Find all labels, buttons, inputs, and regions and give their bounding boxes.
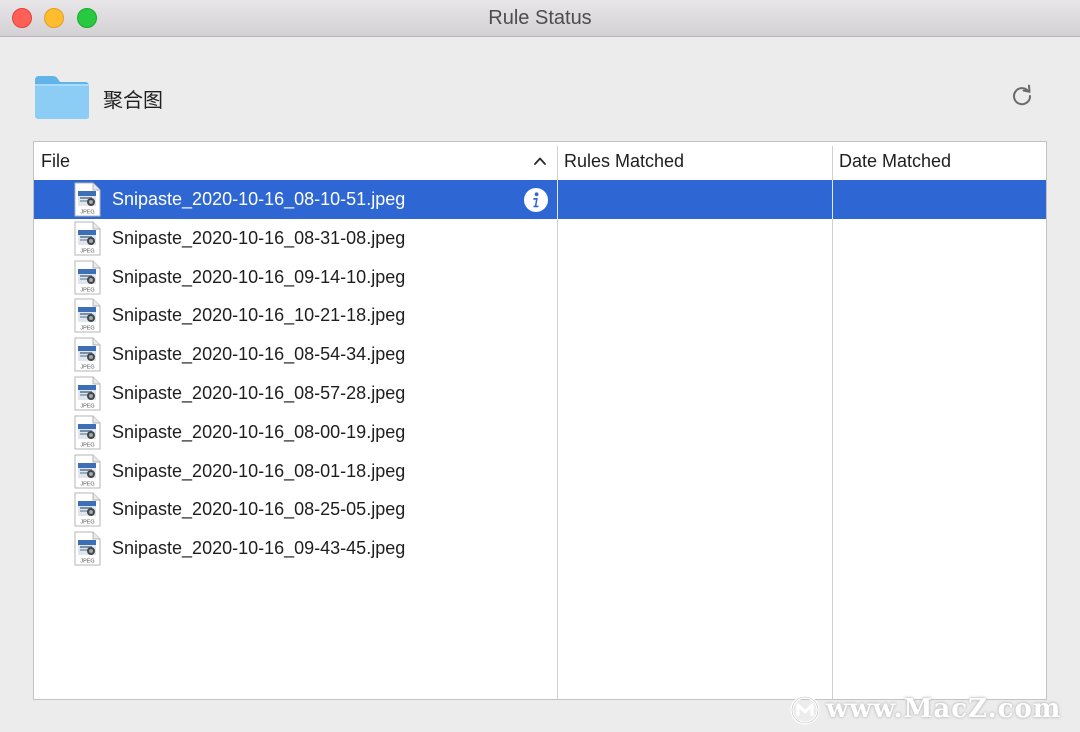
jpeg-file-icon: JPEG <box>74 182 101 217</box>
column-divider <box>832 180 833 219</box>
window-title: Rule Status <box>488 7 592 29</box>
watermark: www.MacZ.com <box>790 694 1061 728</box>
file-name: Snipaste_2020-10-16_09-14-10.jpeg <box>112 266 406 287</box>
macz-logo-icon <box>790 695 820 725</box>
file-name: Snipaste_2020-10-16_08-54-34.jpeg <box>112 344 406 365</box>
file-name: Snipaste_2020-10-16_09-43-45.jpeg <box>112 538 406 559</box>
rule-status-table[interactable]: File Rules Matched Date Matched JPEG Snip… <box>33 141 1047 700</box>
sort-ascending-icon[interactable] <box>532 153 548 169</box>
file-type-badge: JPEG <box>80 248 94 254</box>
file-type-badge: JPEG <box>80 520 94 526</box>
info-icon[interactable] <box>523 187 549 213</box>
table-row[interactable]: JPEG Snipaste_2020-10-16_08-57-28.jpeg <box>34 374 1046 413</box>
file-type-badge: JPEG <box>80 287 94 293</box>
folder-name: 聚合图 <box>103 88 163 112</box>
table-header: File Rules Matched Date Matched <box>34 142 1046 181</box>
file-name: Snipaste_2020-10-16_08-25-05.jpeg <box>112 499 406 520</box>
jpeg-file-icon: JPEG <box>74 221 101 256</box>
jpeg-file-icon: JPEG <box>74 454 101 489</box>
file-type-badge: JPEG <box>80 559 94 565</box>
file-name: Snipaste_2020-10-16_08-57-28.jpeg <box>112 382 406 403</box>
jpeg-file-icon: JPEG <box>74 531 101 566</box>
table-row[interactable]: JPEG Snipaste_2020-10-16_09-14-10.jpeg <box>34 258 1046 297</box>
file-name: Snipaste_2020-10-16_08-01-18.jpeg <box>112 460 406 481</box>
table-row[interactable]: JPEG Snipaste_2020-10-16_08-01-18.jpeg <box>34 452 1046 491</box>
jpeg-file-icon: JPEG <box>74 298 101 333</box>
file-name: Snipaste_2020-10-16_08-31-08.jpeg <box>112 227 406 248</box>
file-name: Snipaste_2020-10-16_08-10-51.jpeg <box>112 189 406 209</box>
file-name: Snipaste_2020-10-16_10-21-18.jpeg <box>112 305 406 326</box>
file-type-badge: JPEG <box>80 481 94 487</box>
watermark-text: www.MacZ.com <box>826 694 1062 724</box>
table-row[interactable]: JPEG Snipaste_2020-10-16_09-43-45.jpeg <box>34 529 1046 568</box>
file-type-badge: JPEG <box>80 442 94 448</box>
jpeg-file-icon: JPEG <box>74 337 101 372</box>
folder-icon <box>35 76 89 119</box>
column-header-date-matched[interactable]: Date Matched <box>832 142 1046 180</box>
rule-status-window: Rule Status 聚合图 File Rules Matched Date … <box>0 0 1080 732</box>
file-type-badge: JPEG <box>80 403 94 409</box>
table-row[interactable]: JPEG Snipaste_2020-10-16_08-00-19.jpeg <box>34 413 1046 452</box>
file-type-badge: JPEG <box>80 326 94 332</box>
jpeg-file-icon: JPEG <box>74 260 101 295</box>
column-header-file[interactable]: File <box>34 142 557 180</box>
jpeg-file-icon: JPEG <box>74 376 101 411</box>
jpeg-file-icon: JPEG <box>74 492 101 527</box>
column-divider <box>557 180 558 219</box>
jpeg-file-icon: JPEG <box>74 415 101 450</box>
table-row[interactable]: JPEG Snipaste_2020-10-16_08-54-34.jpeg <box>34 335 1046 374</box>
table-row[interactable]: JPEG Snipaste_2020-10-16_10-21-18.jpeg <box>34 296 1046 335</box>
column-header-rules-matched[interactable]: Rules Matched <box>557 142 832 180</box>
refresh-icon[interactable] <box>1008 82 1036 110</box>
file-type-badge: JPEG <box>80 365 94 371</box>
file-name: Snipaste_2020-10-16_08-00-19.jpeg <box>112 421 406 442</box>
table-body: JPEG Snipaste_2020-10-16_08-10-51.jpeg JP… <box>34 180 1046 568</box>
table-row[interactable]: JPEG Snipaste_2020-10-16_08-10-51.jpeg <box>34 180 1046 219</box>
file-type-badge: JPEG <box>80 210 94 216</box>
table-row[interactable]: JPEG Snipaste_2020-10-16_08-31-08.jpeg <box>34 219 1046 258</box>
table-row[interactable]: JPEG Snipaste_2020-10-16_08-25-05.jpeg <box>34 490 1046 529</box>
title-bar[interactable]: Rule Status <box>0 0 1080 37</box>
